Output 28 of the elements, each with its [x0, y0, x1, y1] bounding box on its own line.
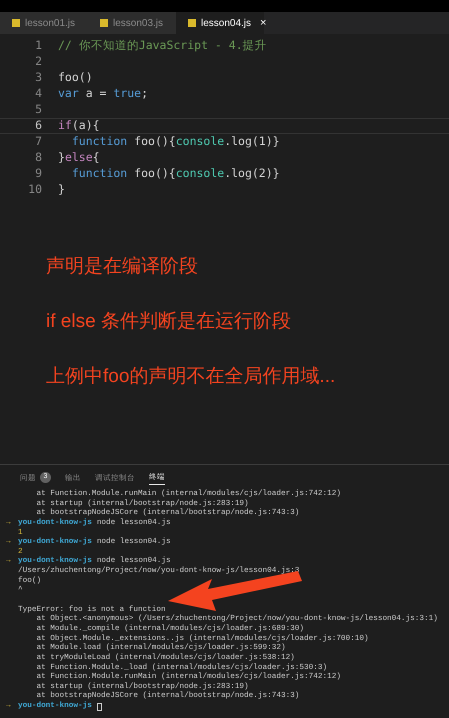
line-number: 1 — [34, 37, 42, 54]
line-number: 7 — [34, 133, 42, 150]
line-number: 5 — [34, 101, 42, 118]
line-number: 9 — [34, 165, 42, 182]
code-line: if(a){ — [58, 117, 100, 134]
line-number: 8 — [34, 149, 42, 166]
code-line: // 你不知道的JavaScript - 4.提升 — [58, 37, 267, 54]
js-file-icon — [12, 19, 20, 27]
code-line: foo() — [58, 69, 93, 86]
file-tab[interactable]: lesson04.js × — [176, 12, 264, 34]
line-number: 6 — [34, 117, 42, 134]
code-line: }else{ — [58, 149, 100, 166]
code-line: } — [58, 181, 65, 198]
annotation-text: if else 条件判断是在运行阶段 — [46, 311, 292, 333]
line-number: 10 — [27, 181, 42, 198]
annotation-text: 上例中foo的声明不在全局作用域... — [46, 366, 336, 388]
js-file-icon — [100, 19, 108, 27]
code-line: function foo(){console.log(2)} — [70, 165, 280, 182]
js-file-icon — [188, 19, 196, 27]
line-number: 2 — [34, 53, 42, 70]
line-number: 3 — [34, 69, 42, 86]
close-icon[interactable]: × — [260, 14, 266, 32]
file-tab[interactable]: lesson03.js — [88, 12, 176, 34]
code-line: function foo(){console.log(1)} — [70, 133, 280, 150]
file-tab[interactable]: lesson01.js — [0, 12, 88, 34]
annotation-text: 声明是在编译阶段 — [46, 256, 199, 278]
code-line: var a = true; — [58, 85, 148, 102]
line-number: 4 — [34, 85, 42, 102]
